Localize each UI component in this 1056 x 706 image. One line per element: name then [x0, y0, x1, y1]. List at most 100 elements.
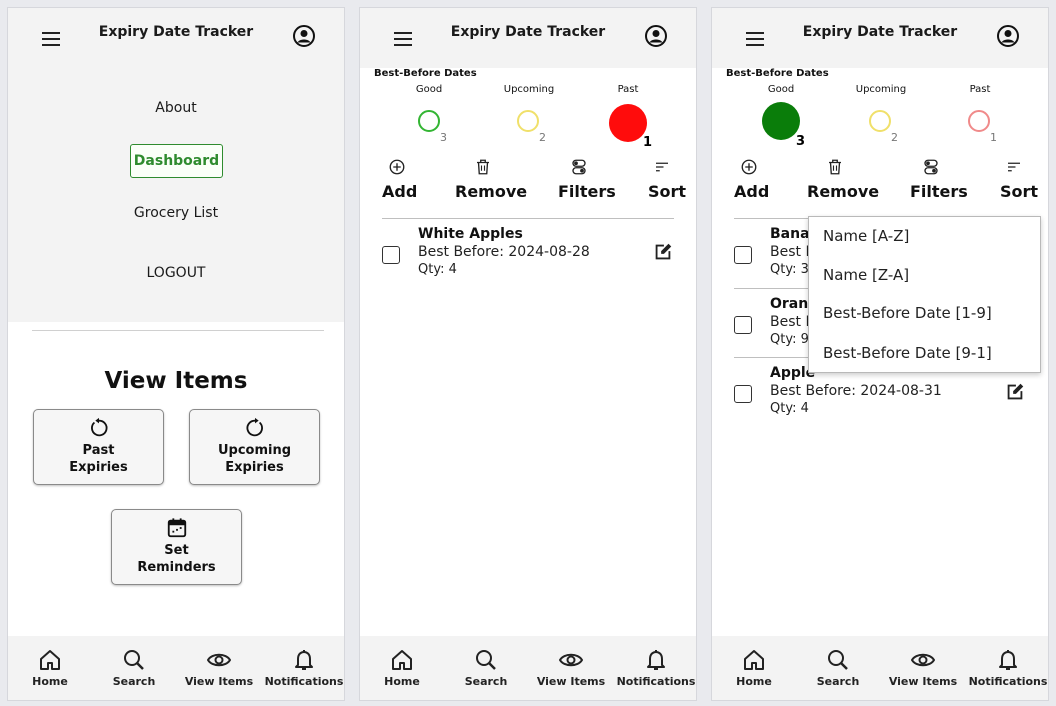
home-icon — [40, 650, 60, 670]
filter-toggle-icon — [572, 159, 586, 175]
add-icon — [389, 159, 405, 175]
past-label: Past — [969, 84, 991, 95]
view-items-title: View Items — [104, 368, 248, 394]
bell-icon — [647, 650, 665, 670]
item-checkbox[interactable] — [734, 385, 752, 403]
filters-button[interactable]: Filters — [558, 182, 616, 201]
filters-button[interactable]: Filters — [910, 182, 968, 201]
bell-icon — [295, 650, 313, 670]
list-item[interactable]: White Apples Best Before: 2024-08-28 Qty… — [382, 226, 682, 292]
past-expiries-label-1: Past — [82, 443, 115, 458]
sort-option-name-za[interactable]: Name [Z-A] — [823, 266, 909, 284]
upcoming-status-circle[interactable] — [517, 110, 539, 132]
refresh-icon — [246, 417, 263, 437]
nav-view-items[interactable]: View Items — [881, 636, 965, 700]
nav-view-items[interactable]: View Items — [177, 636, 261, 700]
menu-item-logout[interactable]: LOGOUT — [8, 265, 344, 281]
dashboard-screen: Expiry Date Tracker Best-Before Dates Go… — [359, 7, 697, 701]
nav-search-label: Search — [816, 675, 860, 688]
sort-dropdown-menu: Name [A-Z] Name [Z-A] Best-Before Date [… — [808, 216, 1041, 373]
item-best-before: Best Before: 2024-08-31 — [770, 383, 942, 399]
nav-search[interactable]: Search — [92, 636, 176, 700]
menu-item-about[interactable]: About — [8, 100, 344, 116]
nav-search[interactable]: Search — [796, 636, 880, 700]
upcoming-label: Upcoming — [855, 84, 907, 95]
good-count: 3 — [796, 134, 806, 149]
nav-home[interactable]: Home — [712, 636, 796, 700]
nav-search[interactable]: Search — [444, 636, 528, 700]
add-button[interactable]: Add — [382, 182, 417, 201]
past-label: Past — [617, 84, 639, 95]
add-button[interactable]: Add — [734, 182, 769, 201]
upcoming-count: 2 — [539, 131, 546, 144]
account-icon[interactable] — [996, 24, 1020, 48]
past-status-circle-selected[interactable] — [609, 104, 647, 142]
item-best-before: Best Before: 2024-08-28 — [418, 244, 590, 260]
edit-icon[interactable] — [1004, 381, 1026, 403]
past-count: 1 — [643, 135, 653, 150]
edit-icon[interactable] — [652, 241, 674, 263]
upcoming-label: Upcoming — [503, 84, 555, 95]
account-icon[interactable] — [644, 24, 668, 48]
good-status-circle[interactable] — [418, 110, 440, 132]
remove-button[interactable]: Remove — [807, 182, 879, 201]
nav-home-label: Home — [32, 675, 68, 688]
nav-view-items-label: View Items — [184, 675, 254, 688]
item-name: White Apples — [418, 226, 523, 242]
account-icon[interactable] — [292, 24, 316, 48]
set-reminders-label-2: Reminders — [137, 560, 216, 575]
list-item[interactable]: Apple Best Before: 2024-08-31 Qty: 4 — [734, 365, 1034, 431]
eye-icon — [559, 653, 583, 667]
list-divider — [382, 218, 674, 219]
item-checkbox[interactable] — [734, 316, 752, 334]
menu-screen: Expiry Date Tracker About Dashboard Groc… — [7, 7, 345, 701]
sort-button[interactable]: Sort — [648, 182, 686, 201]
nav-notifications[interactable]: Notifications — [966, 636, 1048, 700]
best-before-title: Best-Before Dates — [374, 68, 477, 79]
item-qty: Qty: 3 — [770, 262, 809, 277]
nav-home-label: Home — [384, 675, 420, 688]
sort-option-date-desc[interactable]: Best-Before Date [9-1] — [823, 344, 992, 362]
divider — [32, 330, 324, 331]
sort-button[interactable]: Sort — [1000, 182, 1038, 201]
nav-notifications[interactable]: Notifications — [614, 636, 696, 700]
search-icon — [476, 650, 496, 670]
dashboard-sort-screen: Expiry Date Tracker Best-Before Dates Go… — [711, 7, 1049, 701]
item-qty: Qty: 9 — [770, 332, 809, 347]
home-icon — [744, 650, 764, 670]
past-expiries-button[interactable]: Past Expiries — [33, 409, 164, 485]
past-expiries-label-2: Expiries — [69, 460, 128, 475]
nav-search-label: Search — [464, 675, 508, 688]
set-reminders-label-1: Set — [164, 543, 189, 558]
sort-option-name-az[interactable]: Name [A-Z] — [823, 227, 909, 245]
sort-option-date-asc[interactable]: Best-Before Date [1-9] — [823, 304, 992, 322]
nav-view-items[interactable]: View Items — [529, 636, 613, 700]
good-status-circle-selected[interactable] — [762, 102, 800, 140]
bottom-navigation: Home Search View Items Notifications — [8, 636, 344, 700]
nav-home[interactable]: Home — [8, 636, 92, 700]
good-label: Good — [767, 84, 795, 95]
bottom-navigation: Home Search View Items Notifications — [360, 636, 696, 700]
item-checkbox[interactable] — [734, 246, 752, 264]
home-icon — [392, 650, 412, 670]
trash-icon — [829, 159, 841, 175]
set-reminders-button[interactable]: Set Reminders — [111, 509, 242, 585]
eye-icon — [207, 653, 231, 667]
upcoming-status-circle[interactable] — [869, 110, 891, 132]
bottom-navigation: Home Search View Items Notifications — [712, 636, 1048, 700]
upcoming-count: 2 — [891, 131, 898, 144]
trash-icon — [477, 159, 489, 175]
nav-notifications[interactable]: Notifications — [262, 636, 344, 700]
remove-button[interactable]: Remove — [455, 182, 527, 201]
bell-icon — [999, 650, 1017, 670]
item-checkbox[interactable] — [382, 246, 400, 264]
menu-item-grocery-list[interactable]: Grocery List — [8, 205, 344, 221]
good-count: 3 — [440, 131, 447, 144]
menu-item-dashboard[interactable]: Dashboard — [130, 144, 223, 178]
past-count: 1 — [990, 131, 997, 144]
past-status-circle[interactable] — [968, 110, 990, 132]
nav-view-items-label: View Items — [888, 675, 958, 688]
nav-home[interactable]: Home — [360, 636, 444, 700]
upcoming-expiries-button[interactable]: Upcoming Expiries — [189, 409, 320, 485]
good-label: Good — [415, 84, 443, 95]
